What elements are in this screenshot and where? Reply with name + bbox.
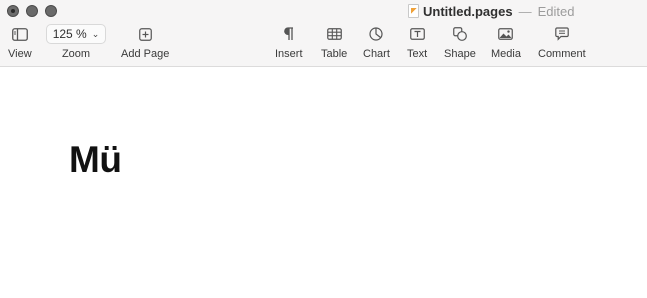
add-page-label: Add Page [121,48,170,60]
chevron-down-icon: ⌄ [91,28,100,39]
zoom-select[interactable]: 125 % ⌄ [46,24,106,44]
chart-button[interactable]: Chart [363,22,390,60]
insert-button[interactable]: Insert [275,22,303,60]
zoom-value: 125 % [52,27,87,41]
sidebar-icon [11,22,28,46]
shape-label: Shape [444,48,476,60]
view-label: View [8,48,32,60]
document-page[interactable]: Mü [0,67,647,298]
document-name[interactable]: Untitled.pages [423,4,513,19]
title-separator: — [518,3,532,19]
comment-icon [555,22,569,46]
media-button[interactable]: Media [491,22,521,60]
insert-label: Insert [275,48,303,60]
comment-label: Comment [538,48,586,60]
toolbar: Untitled.pages — Edited View 125 % ⌄ Zoo… [0,0,647,67]
window-title: Untitled.pages — Edited [408,3,574,19]
add-page-button[interactable]: Add Page [121,22,169,60]
comment-button[interactable]: Comment [538,22,586,60]
document-text[interactable]: Mü [69,139,122,181]
table-button[interactable]: Table [321,22,347,60]
add-page-icon [138,22,152,46]
zoom-label: Zoom [61,48,91,60]
photo-icon [498,22,514,46]
table-icon [326,22,342,46]
media-label: Media [491,48,521,60]
chart-icon [369,22,384,46]
view-button[interactable]: View [8,22,32,60]
chart-label: Chart [363,48,390,60]
close-window-button[interactable] [7,5,19,17]
pilcrow-icon [283,22,295,46]
text-label: Text [407,48,428,60]
table-label: Table [321,48,348,60]
pages-window: Untitled.pages — Edited View 125 % ⌄ Zoo… [0,0,647,298]
text-box-icon [409,22,425,46]
edited-status: Edited [537,3,575,19]
minimize-window-button[interactable] [26,5,38,17]
shape-button[interactable]: Shape [444,22,476,60]
shape-icon [453,22,467,46]
document-icon [408,4,419,18]
text-button[interactable]: Text [407,22,427,60]
fullscreen-window-button[interactable] [45,5,57,17]
zoom-control[interactable]: 125 % ⌄ Zoom [46,22,106,60]
